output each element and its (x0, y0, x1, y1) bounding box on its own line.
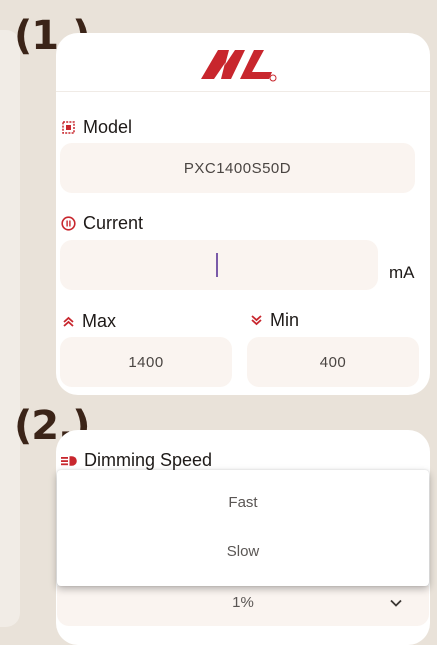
dimming-selected-value: 1% (232, 594, 254, 611)
dimming-icon (61, 455, 77, 466)
max-label: Max (62, 311, 116, 332)
side-panel (0, 30, 20, 627)
current-input[interactable] (60, 240, 378, 290)
dimming-select[interactable]: 1% (57, 586, 429, 626)
current-icon (61, 216, 76, 231)
model-label: Model (61, 117, 132, 138)
max-field[interactable]: 1400 (60, 337, 232, 387)
min-field[interactable]: 400 (247, 337, 419, 387)
header-divider (56, 91, 430, 92)
dimming-dropdown-menu: Fast Slow (57, 470, 429, 586)
dimming-label-text: Dimming Speed (84, 450, 213, 470)
min-label-text: Min (270, 310, 300, 330)
text-cursor (216, 253, 218, 277)
min-label: Min (250, 310, 299, 331)
model-field[interactable]: PXC1400S50D (60, 143, 415, 193)
dropdown-option-fast[interactable]: Fast (57, 487, 429, 519)
double-chevron-up-icon (63, 316, 74, 327)
chip-icon (62, 121, 75, 134)
brand-logo (201, 50, 277, 82)
max-label-text: Max (82, 311, 117, 331)
dimming-label: Dimming Speed (61, 450, 212, 471)
double-chevron-down-icon (251, 315, 262, 326)
dropdown-option-slow[interactable]: Slow (57, 536, 429, 568)
current-unit: mA (389, 263, 415, 282)
settings-card: Model PXC1400S50D Current mA Max 1400 Mi… (56, 33, 430, 395)
current-label: Current (61, 213, 143, 234)
current-label-text: Current (83, 213, 144, 233)
model-label-text: Model (83, 117, 133, 137)
chevron-down-icon[interactable] (389, 597, 403, 609)
